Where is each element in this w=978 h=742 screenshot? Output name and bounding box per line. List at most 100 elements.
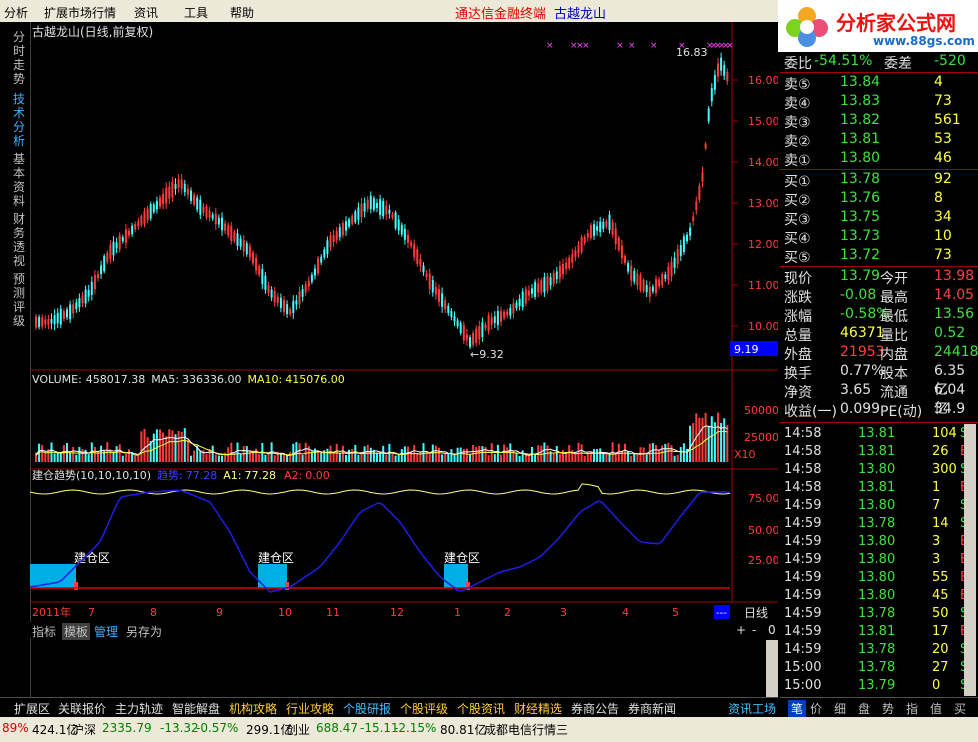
tick-row[interactable]: 14:5813.80300S: [784, 462, 976, 480]
sell-level-row[interactable]: 卖④ 13.83 73: [784, 93, 976, 112]
tick-row[interactable]: 14:5913.8055B: [784, 570, 976, 588]
tick-row[interactable]: 14:5913.8045B: [784, 588, 976, 606]
kline-chart[interactable]: 古越龙山(日线,前复权) × ××× × × × × ×××××× 16.0015.0014…: [30, 22, 778, 622]
right-tab[interactable]: 细: [834, 700, 846, 717]
status-item: 89%: [2, 721, 29, 735]
tick-row[interactable]: 14:5913.7820S: [784, 642, 976, 660]
volume-bar: [478, 445, 481, 462]
zoom-reset-button[interactable]: 0: [768, 623, 776, 637]
tick-time: 14:59: [784, 642, 822, 657]
price-tick: 12.00: [748, 238, 778, 251]
quote-row[interactable]: 外盘 21953 内盘 24418: [784, 344, 978, 363]
quote-row[interactable]: 收益(一) 0.099 PE(动) 34.9: [784, 401, 976, 420]
volume-bar: [617, 443, 620, 462]
toolbar-link[interactable]: 券商公告: [571, 700, 619, 717]
candle-body: [131, 225, 134, 235]
tab-indicator[interactable]: 指标: [32, 623, 56, 640]
toolbar-link[interactable]: 主力轨迹: [115, 700, 163, 717]
tick-row[interactable]: 14:5913.8117B: [784, 624, 976, 642]
tick-scrollbar[interactable]: [964, 424, 976, 696]
volume-bar: [93, 447, 96, 462]
menu-news[interactable]: 资讯: [134, 4, 158, 21]
tab-template[interactable]: 模板: [62, 623, 91, 640]
tick-row[interactable]: 15:0013.790S: [784, 678, 976, 696]
right-tab[interactable]: 值: [930, 700, 942, 717]
toolbar-link[interactable]: 个股资讯: [457, 700, 505, 717]
candle-body: [453, 316, 456, 322]
sell-level-row[interactable]: 卖③ 13.82 561: [784, 112, 976, 131]
quote-row[interactable]: 涨跌 -0.08 最高 14.05: [784, 287, 976, 306]
period-label[interactable]: 日线: [744, 606, 768, 620]
quote-label: 涨跌: [784, 290, 812, 306]
side-tab-finance[interactable]: 财务透视: [13, 212, 29, 268]
tick-row[interactable]: 14:5813.81104S: [784, 426, 976, 444]
toolbar-link[interactable]: 行业攻略: [286, 700, 334, 717]
volume-bar: [87, 454, 90, 462]
tick-row[interactable]: 14:5913.7850S: [784, 606, 976, 624]
toolbar-link[interactable]: 财经精选: [514, 700, 562, 717]
buy-level-row[interactable]: 买① 13.78 92: [784, 171, 976, 190]
chart-scrollbar[interactable]: [766, 640, 778, 697]
candle-body: [320, 256, 323, 263]
menu-tools[interactable]: 工具: [184, 4, 208, 21]
quote-row[interactable]: 净资 3.65 流通 6.04亿: [784, 382, 976, 417]
right-tab[interactable]: 势: [882, 700, 894, 717]
quote-row[interactable]: 涨幅 -0.58% 最低 13.56: [784, 306, 976, 325]
side-tab-fundamentals[interactable]: 基本资料: [13, 152, 29, 208]
volume-bar: [475, 446, 478, 462]
tick-volume: 26: [932, 444, 949, 459]
volume-bar: [162, 432, 165, 462]
menu-analysis[interactable]: 分析: [4, 4, 28, 21]
zoom-in-button[interactable]: +: [736, 623, 746, 637]
right-tab[interactable]: 笔: [788, 700, 807, 717]
toolbar-link[interactable]: 关联报价: [58, 700, 106, 717]
sell-level-row[interactable]: 卖② 13.81 53: [784, 131, 976, 150]
quote-row[interactable]: 现价 13.79 今开 13.98: [784, 268, 976, 287]
menu-help[interactable]: 帮助: [230, 4, 254, 21]
side-tab-forecast[interactable]: 预测评级: [13, 272, 29, 328]
tick-row[interactable]: 15:0013.7827S: [784, 660, 976, 678]
right-tab[interactable]: 资讯工场: [728, 700, 776, 717]
quote-row[interactable]: 总量 46371 量比 0.52: [784, 325, 976, 344]
right-tab[interactable]: 买: [954, 700, 966, 717]
right-tab[interactable]: 价: [810, 700, 822, 717]
volume-bar: [75, 454, 78, 462]
menu-extended-market[interactable]: 扩展市场行情: [44, 4, 116, 21]
volume-bar: [236, 442, 239, 462]
tick-row[interactable]: 14:5913.803B: [784, 534, 976, 552]
toolbar-link[interactable]: 机构攻略: [229, 700, 277, 717]
buy-level-row[interactable]: 买⑤ 13.72 73: [784, 247, 976, 266]
toolbar-link[interactable]: 智能解盘: [172, 700, 220, 717]
side-tab-technical[interactable]: 技术分析: [13, 92, 29, 148]
candle-body: [636, 273, 639, 286]
tick-price: 13.78: [858, 642, 896, 657]
tick-row[interactable]: 14:5913.803B: [784, 552, 976, 570]
quote-row[interactable]: 换手 0.77% 股本 6.35亿: [784, 363, 976, 398]
volume-bar: [177, 431, 180, 462]
sell-level-row[interactable]: 卖⑤ 13.84 4: [784, 74, 976, 93]
volume-bar: [704, 412, 707, 462]
tick-row[interactable]: 14:5913.7814S: [784, 516, 976, 534]
side-tab-intraday[interactable]: 分时走势: [13, 30, 29, 86]
zoom-out-button[interactable]: -: [752, 623, 756, 637]
quote-value: 46371: [840, 325, 885, 341]
right-tab[interactable]: 指: [906, 700, 918, 717]
tick-row[interactable]: 14:5913.807S: [784, 498, 976, 516]
buy-level-row[interactable]: 买④ 13.73 10: [784, 228, 976, 247]
toolbar-link[interactable]: 个股研报: [343, 700, 391, 717]
toolbar-link[interactable]: 个股评级: [400, 700, 448, 717]
toolbar-link[interactable]: 券商新闻: [628, 700, 676, 717]
buy-level-row[interactable]: 买② 13.76 8: [784, 190, 976, 209]
candle-body: [112, 241, 115, 256]
tab-save-as[interactable]: 另存为: [126, 623, 162, 640]
tab-manage[interactable]: 管理: [94, 623, 118, 640]
toolbar-link[interactable]: 扩展区: [14, 700, 50, 717]
sell-level-row[interactable]: 卖① 13.80 46: [784, 150, 976, 169]
tick-row[interactable]: 14:5813.8126B: [784, 444, 976, 462]
tick-row[interactable]: 14:5813.811B: [784, 480, 976, 498]
quote-value: 0.099: [840, 401, 881, 417]
candle-body: [376, 202, 378, 209]
buy-level-row[interactable]: 买③ 13.75 34: [784, 209, 976, 228]
candle-body: [190, 190, 192, 201]
right-tab[interactable]: 盘: [858, 700, 870, 717]
